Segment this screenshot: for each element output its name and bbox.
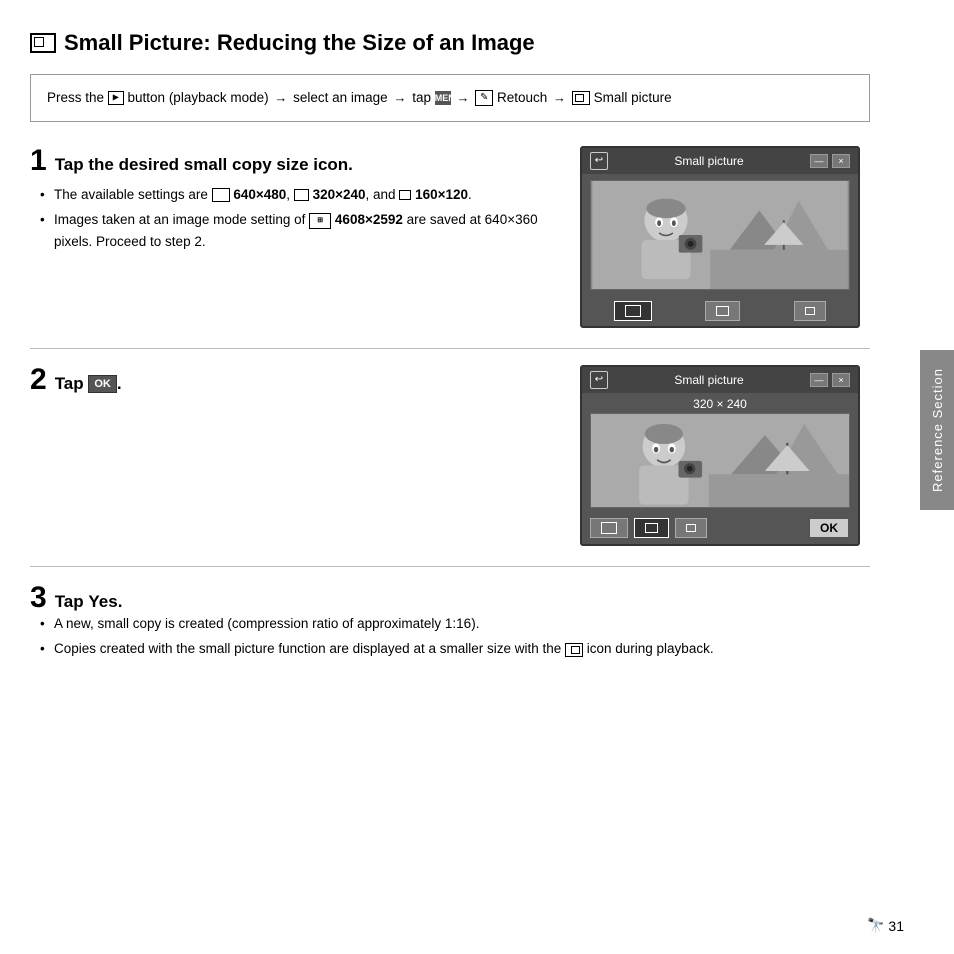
cam-min-btn-1[interactable]: — <box>810 154 828 168</box>
size-btn-large[interactable] <box>614 301 652 321</box>
step-3-title: Tap Yes. <box>55 591 123 613</box>
small-picture-title-icon <box>30 33 56 53</box>
cam-illustration-1 <box>591 181 849 289</box>
step-1-bullet-2: Images taken at an image mode setting of… <box>40 209 560 252</box>
small-copy-icon <box>565 643 583 657</box>
step-2-number: 2 <box>30 365 47 395</box>
cam-image-2 <box>590 413 850 508</box>
size-lg-icon <box>212 188 230 202</box>
instruction-text: Press the button (playback mode) → selec… <box>47 90 672 105</box>
hi-res-icon: ⊞ <box>309 213 331 229</box>
step-2-screen: ↩ Small picture — × 320 × 240 <box>580 365 870 546</box>
cam-close-btn-2[interactable]: × <box>832 373 850 387</box>
size-icon2-small <box>686 524 696 532</box>
step-1-bullets: The available settings are 640×480, 320×… <box>30 184 560 253</box>
step-1-header: 1 Tap the desired small copy size icon. <box>30 146 560 176</box>
step-1-row: 1 Tap the desired small copy size icon. … <box>30 146 870 328</box>
step-3-header: 3 Tap Yes. <box>30 583 870 613</box>
cam-back-btn-1[interactable]: ↩ <box>590 152 608 170</box>
size-btn2-large[interactable] <box>590 518 628 538</box>
size-btn-small[interactable] <box>794 301 826 321</box>
step-1-bullet-1: The available settings are 640×480, 320×… <box>40 184 560 206</box>
binoculars-icon: 🔭 <box>867 917 884 934</box>
step-3-bullets: A new, small copy is created (compressio… <box>30 613 870 660</box>
camera-screen-2: ↩ Small picture — × 320 × 240 <box>580 365 860 546</box>
camera-screen-1: ↩ Small picture — × <box>580 146 860 328</box>
page-title-text: Small Picture: Reducing the Size of an I… <box>64 30 535 56</box>
cam-back-btn-2[interactable]: ↩ <box>590 371 608 389</box>
step-1-left: 1 Tap the desired small copy size icon. … <box>30 146 560 257</box>
page-title: Small Picture: Reducing the Size of an I… <box>30 30 870 56</box>
cam-size-text: 320 × 240 <box>582 397 858 411</box>
step-3-row: 3 Tap Yes. A new, small copy is created … <box>30 583 870 664</box>
step-2-row: 2 Tap OK. ↩ Small picture — × 320 × 240 <box>30 365 870 546</box>
page-num-text: 31 <box>888 918 904 934</box>
sidebar-tab: Reference Section <box>920 350 954 510</box>
step-2-left: 2 Tap OK. <box>30 365 560 395</box>
size-icon2-medium <box>645 523 658 533</box>
page-content: Small Picture: Reducing the Size of an I… <box>0 0 910 714</box>
step-2-header: 2 Tap OK. <box>30 365 560 395</box>
retouch-icon <box>475 90 493 106</box>
size-icon-medium <box>716 306 729 316</box>
cam-close-btns-1: — × <box>810 154 850 168</box>
size-sm-icon <box>399 190 411 200</box>
size-btn2-medium[interactable] <box>634 518 669 538</box>
sidebar-label: Reference Section <box>930 368 945 492</box>
step-3-left: 3 Tap Yes. A new, small copy is created … <box>30 583 870 664</box>
step-separator-1 <box>30 348 870 349</box>
step-3-bullet-1: A new, small copy is created (compressio… <box>40 613 870 635</box>
playback-icon <box>108 91 124 105</box>
cam-title-1: Small picture <box>674 154 743 168</box>
step-separator-2 <box>30 566 870 567</box>
cam-min-btn-2[interactable]: — <box>810 373 828 387</box>
cam-header-2: ↩ Small picture — × <box>582 367 858 393</box>
size-icon2-large <box>601 522 617 534</box>
menu-icon: MENU <box>435 91 451 105</box>
size-icon-small <box>805 307 815 315</box>
cam-close-btns-2: — × <box>810 373 850 387</box>
cam-close-btn-1[interactable]: × <box>832 154 850 168</box>
size-icon-large <box>625 305 641 317</box>
cam-footer-2-size-btns <box>590 518 707 538</box>
step-1-title: Tap the desired small copy size icon. <box>55 154 353 176</box>
ok-button[interactable]: OK <box>808 517 850 539</box>
step-1-number: 1 <box>30 146 47 176</box>
step-1-body: The available settings are 640×480, 320×… <box>30 184 560 253</box>
cam-footer-1 <box>582 296 858 326</box>
size-btn-medium[interactable] <box>705 301 740 321</box>
cam-image-1 <box>590 180 850 290</box>
cam-title-2: Small picture <box>674 373 743 387</box>
cam-header-1: ↩ Small picture — × <box>582 148 858 174</box>
small-pic-icon <box>572 91 590 105</box>
step-2-title: Tap OK. <box>55 373 122 395</box>
page-number: 🔭 31 <box>867 917 904 934</box>
size-md-icon <box>294 189 309 201</box>
step-3-body: A new, small copy is created (compressio… <box>30 613 870 660</box>
ok-icon-inline: OK <box>88 375 117 393</box>
size-btn2-small[interactable] <box>675 518 707 538</box>
step-1-screen: ↩ Small picture — × <box>580 146 870 328</box>
cam-illustration-2 <box>591 413 849 508</box>
step-3-number: 3 <box>30 583 47 613</box>
cam-footer-2: OK <box>582 512 858 544</box>
step-3-bullet-2: Copies created with the small picture fu… <box>40 638 870 660</box>
instruction-box: Press the button (playback mode) → selec… <box>30 74 870 122</box>
